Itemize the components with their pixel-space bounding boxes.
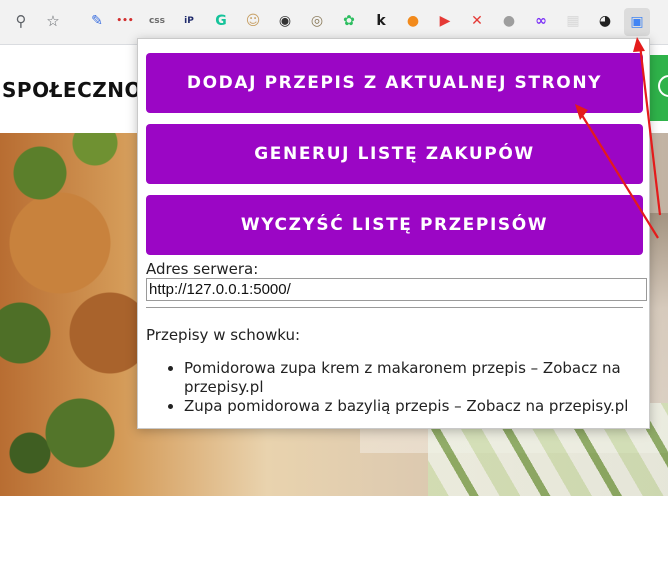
list-item[interactable]: Zupa pomidorowa z bazylią przepis – Zoba…: [184, 397, 636, 416]
green-nav-button[interactable]: [650, 55, 668, 121]
orange-extension-icon[interactable]: ●: [404, 12, 422, 30]
face-extension-icon[interactable]: ☺: [244, 12, 262, 30]
site-label: SPOŁECZNO: [2, 78, 142, 102]
bookmark-star-icon[interactable]: ☆: [44, 12, 62, 30]
play-extension-icon[interactable]: ▶: [436, 12, 454, 30]
grammarly-extension-icon[interactable]: G: [212, 12, 230, 30]
recipe-extension-icon[interactable]: ▣: [624, 8, 650, 36]
gray-dot-extension-icon[interactable]: ●: [500, 12, 518, 30]
x-extension-icon[interactable]: ✕: [468, 12, 486, 30]
zoom-icon[interactable]: ⚲: [12, 12, 30, 30]
evernote-extension-icon[interactable]: ✿: [340, 12, 358, 30]
pen-extension-icon[interactable]: ✎: [88, 12, 106, 30]
generate-shopping-list-button[interactable]: GENERUJ LISTĘ ZAKUPÓW: [146, 124, 643, 184]
clipboard-recipes-label: Przepisy w schowku:: [146, 326, 301, 344]
dots-extension-icon[interactable]: •••: [116, 12, 134, 30]
divider: [146, 307, 643, 308]
target-extension-icon[interactable]: ◉: [276, 12, 294, 30]
server-address-input[interactable]: [146, 278, 647, 301]
server-address-label: Adres serwera:: [146, 260, 259, 278]
grid-extension-icon[interactable]: ▦: [564, 12, 582, 30]
owl-extension-icon[interactable]: ◎: [308, 12, 326, 30]
k-extension-icon[interactable]: k: [372, 12, 390, 30]
extension-popup: DODAJ PRZEPIS Z AKTUALNEJ STRONY GENERUJ…: [137, 38, 650, 429]
clipboard-recipe-list: Pomidorowa zupa krem z makaronem przepis…: [146, 359, 636, 416]
list-item[interactable]: Pomidorowa zupa krem z makaronem przepis…: [184, 359, 636, 397]
add-recipe-button[interactable]: DODAJ PRZEPIS Z AKTUALNEJ STRONY: [146, 53, 643, 113]
link-extension-icon[interactable]: ∞: [532, 12, 550, 30]
css-extension-icon[interactable]: css: [148, 12, 166, 30]
github-extension-icon[interactable]: ◕: [596, 12, 614, 30]
clear-recipe-list-button[interactable]: WYCZYŚĆ LISTĘ PRZEPISÓW: [146, 195, 643, 255]
ip-extension-icon[interactable]: iP: [180, 12, 198, 30]
